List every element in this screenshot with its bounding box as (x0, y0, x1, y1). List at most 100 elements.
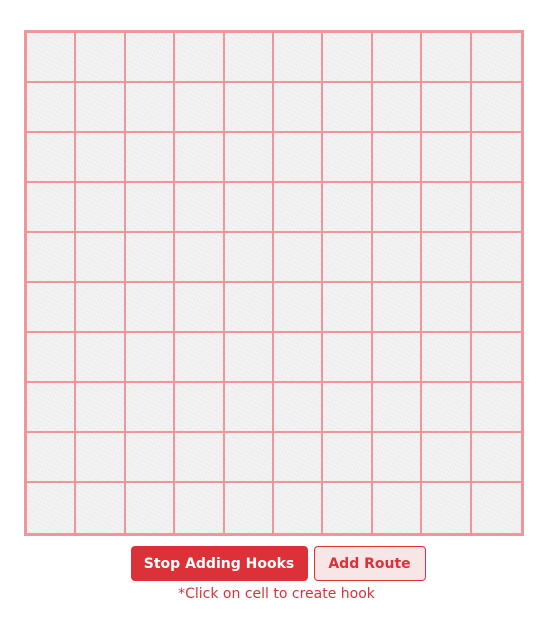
grid-cell[interactable] (323, 383, 373, 433)
grid-cell[interactable] (372, 83, 423, 133)
grid-cell[interactable] (422, 183, 472, 233)
grid-cell[interactable] (27, 483, 77, 533)
grid-cell[interactable] (125, 133, 176, 183)
grid-cell[interactable] (372, 33, 423, 83)
grid-cell[interactable] (422, 83, 472, 133)
grid-cell[interactable] (125, 433, 176, 483)
grid-cell[interactable] (125, 283, 176, 333)
grid-cell[interactable] (422, 33, 472, 83)
grid-cell[interactable] (323, 133, 373, 183)
grid-cell[interactable] (175, 183, 225, 233)
grid-cell[interactable] (422, 283, 472, 333)
grid-cell[interactable] (323, 33, 373, 83)
grid-cell[interactable] (76, 333, 126, 383)
grid-cell[interactable] (274, 283, 324, 333)
grid-cell[interactable] (422, 433, 472, 483)
grid-cell[interactable] (76, 33, 126, 83)
grid-cell[interactable] (125, 333, 176, 383)
grid-cell[interactable] (323, 483, 373, 533)
grid-cell[interactable] (372, 133, 423, 183)
grid-cell[interactable] (224, 383, 274, 433)
grid-cell[interactable] (422, 333, 472, 383)
grid-cell[interactable] (27, 433, 77, 483)
add-route-button[interactable]: Add Route (313, 546, 426, 581)
grid-cell[interactable] (422, 483, 472, 533)
grid-cell[interactable] (27, 33, 77, 83)
grid-cell[interactable] (471, 83, 521, 133)
grid-cell[interactable] (372, 433, 423, 483)
grid-cell[interactable] (125, 33, 176, 83)
grid-cell[interactable] (175, 383, 225, 433)
grid-cell[interactable] (126, 483, 176, 533)
grid-cell[interactable] (125, 233, 176, 283)
grid-cell[interactable] (422, 233, 472, 283)
grid-cell[interactable] (323, 83, 373, 133)
grid-cell[interactable] (76, 133, 126, 183)
grid-cell[interactable] (76, 483, 126, 533)
grid-cell[interactable] (323, 433, 373, 483)
grid-cell[interactable] (76, 383, 126, 433)
grid-cell[interactable] (274, 83, 324, 133)
grid-cell[interactable] (323, 333, 373, 383)
grid-cell[interactable] (224, 233, 274, 283)
grid-cell[interactable] (224, 183, 274, 233)
grid-cell[interactable] (224, 133, 274, 183)
grid-cell[interactable] (125, 83, 176, 133)
grid-cell[interactable] (274, 233, 324, 283)
grid-cell[interactable] (323, 283, 373, 333)
grid-cell[interactable] (274, 133, 324, 183)
grid-cell[interactable] (471, 333, 521, 383)
grid-cell[interactable] (224, 333, 274, 383)
grid-cell[interactable] (175, 83, 225, 133)
grid-cell[interactable] (76, 233, 126, 283)
grid-cell[interactable] (422, 133, 472, 183)
grid-cell[interactable] (372, 333, 423, 383)
grid-cell[interactable] (224, 83, 274, 133)
grid-cell[interactable] (224, 283, 274, 333)
grid-cell[interactable] (27, 233, 77, 283)
grid-cell[interactable] (323, 183, 373, 233)
grid-cell[interactable] (471, 433, 521, 483)
grid-cell[interactable] (323, 233, 373, 283)
grid-cell[interactable] (76, 433, 126, 483)
grid-cell[interactable] (76, 83, 126, 133)
grid-cell[interactable] (125, 383, 176, 433)
grid-cell[interactable] (175, 133, 225, 183)
grid-cell[interactable] (471, 283, 521, 333)
grid-cell[interactable] (27, 83, 77, 133)
grid-cell[interactable] (27, 133, 77, 183)
grid-cell[interactable] (422, 383, 472, 433)
grid-cell[interactable] (471, 183, 521, 233)
grid-cell[interactable] (372, 183, 423, 233)
grid-cell[interactable] (274, 483, 324, 533)
grid-cell[interactable] (471, 383, 521, 433)
grid-cell[interactable] (175, 483, 225, 533)
grid-cell[interactable] (27, 183, 77, 233)
grid-cell[interactable] (175, 333, 225, 383)
grid-cell[interactable] (372, 283, 423, 333)
grid-cell[interactable] (471, 33, 521, 83)
grid-cell[interactable] (274, 183, 324, 233)
stop-adding-hooks-button[interactable]: Stop Adding Hooks (130, 546, 308, 581)
grid-cell[interactable] (76, 183, 126, 233)
grid-cell[interactable] (471, 233, 521, 283)
grid-cell[interactable] (125, 183, 176, 233)
grid-cell[interactable] (274, 383, 324, 433)
grid-cell[interactable] (175, 233, 225, 283)
grid-cell[interactable] (472, 483, 521, 533)
grid-cell[interactable] (274, 433, 324, 483)
grid-cell[interactable] (274, 333, 324, 383)
grid-cell[interactable] (225, 483, 274, 533)
grid-cell[interactable] (27, 383, 77, 433)
grid-cell[interactable] (372, 233, 423, 283)
grid-cell[interactable] (372, 383, 423, 433)
grid-cell[interactable] (27, 333, 77, 383)
grid-cell[interactable] (224, 33, 274, 83)
grid-cell[interactable] (27, 283, 77, 333)
grid-cell[interactable] (175, 433, 225, 483)
grid-cell[interactable] (76, 283, 126, 333)
grid-cell[interactable] (373, 483, 423, 533)
grid-cell[interactable] (175, 33, 225, 83)
grid-cell[interactable] (224, 433, 274, 483)
grid-cell[interactable] (175, 283, 225, 333)
